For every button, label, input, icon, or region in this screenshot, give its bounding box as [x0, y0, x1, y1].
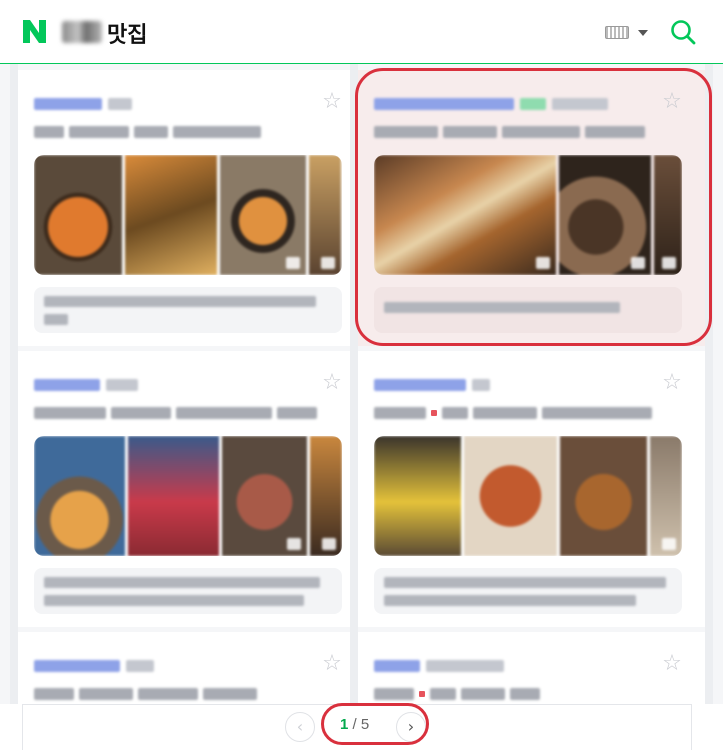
- food-photo[interactable]: [34, 155, 122, 275]
- place-info: [34, 687, 257, 701]
- app-header: 맛집: [0, 0, 723, 64]
- place-name-row: [34, 656, 154, 676]
- save-star-icon[interactable]: ☆: [660, 371, 684, 395]
- save-star-icon[interactable]: ☆: [660, 652, 684, 676]
- place-category: [108, 98, 132, 110]
- review-snippet: [374, 568, 682, 614]
- left-gutter: [10, 64, 18, 704]
- chevron-right-icon[interactable]: ›: [396, 712, 426, 742]
- food-photo[interactable]: [222, 436, 308, 556]
- place-card-highlighted[interactable]: ☆: [358, 70, 705, 346]
- page-separator: /: [352, 716, 357, 733]
- place-photos[interactable]: [34, 155, 342, 275]
- save-star-icon[interactable]: ☆: [320, 371, 344, 395]
- place-name[interactable]: [34, 379, 100, 391]
- save-star-icon[interactable]: ☆: [320, 652, 344, 676]
- place-tag: [520, 98, 546, 110]
- place-card[interactable]: ☆: [18, 351, 350, 627]
- page-indicator: 1 / 5: [340, 716, 369, 733]
- dropdown-caret-icon[interactable]: [638, 30, 648, 36]
- chevron-left-icon[interactable]: ‹: [285, 712, 315, 742]
- keyboard-icon[interactable]: [605, 26, 629, 39]
- place-name-row: [374, 94, 608, 114]
- place-name[interactable]: [34, 660, 120, 672]
- food-photo[interactable]: [125, 155, 217, 275]
- save-star-icon[interactable]: ☆: [660, 90, 684, 114]
- query-prefix-blurred: [62, 21, 102, 43]
- place-category: [426, 660, 504, 672]
- place-card[interactable]: ☆: [358, 351, 705, 627]
- place-info: [374, 125, 645, 139]
- middle-gutter: [350, 64, 358, 704]
- naver-logo-icon[interactable]: [21, 18, 48, 45]
- place-info: [34, 125, 261, 139]
- review-snippet: [34, 568, 342, 614]
- save-star-icon[interactable]: ☆: [320, 90, 344, 114]
- place-name[interactable]: [374, 660, 420, 672]
- place-photos[interactable]: [374, 155, 682, 275]
- search-icon[interactable]: [668, 17, 698, 47]
- place-card[interactable]: ☆: [18, 70, 350, 346]
- place-category: [126, 660, 154, 672]
- place-name[interactable]: [374, 98, 514, 110]
- place-photos[interactable]: [374, 436, 682, 556]
- review-snippet: [34, 287, 342, 333]
- food-photo[interactable]: [128, 436, 220, 556]
- status-dot: [431, 410, 437, 416]
- place-name-row: [374, 375, 490, 395]
- food-photo[interactable]: [220, 155, 306, 275]
- place-category: [472, 379, 490, 391]
- place-name[interactable]: [374, 379, 466, 391]
- food-photo[interactable]: [309, 155, 341, 275]
- place-name-row: [34, 94, 132, 114]
- total-pages: 5: [360, 716, 370, 733]
- place-category: [552, 98, 608, 110]
- place-name-row: [34, 375, 138, 395]
- place-card[interactable]: ☆: [18, 632, 350, 704]
- place-photos[interactable]: [34, 436, 342, 556]
- search-query-text[interactable]: 맛집: [107, 17, 147, 49]
- food-photo[interactable]: [650, 436, 682, 556]
- place-info: [374, 687, 540, 701]
- right-gutter: [705, 64, 713, 704]
- place-info: [374, 406, 652, 420]
- place-name[interactable]: [34, 98, 102, 110]
- restaurant-grid: ☆ ☆ ☆ ☆ ☆ ☆: [0, 64, 723, 704]
- place-info: [34, 406, 317, 420]
- food-photo[interactable]: [34, 436, 126, 556]
- food-photo[interactable]: [374, 436, 462, 556]
- status-dot: [419, 691, 425, 697]
- place-card[interactable]: ☆: [358, 632, 705, 704]
- current-page: 1: [340, 716, 349, 733]
- food-photo[interactable]: [464, 436, 558, 556]
- food-photo[interactable]: [559, 155, 651, 275]
- place-name-row: [374, 656, 504, 676]
- food-photo[interactable]: [374, 155, 556, 275]
- review-snippet: [374, 287, 682, 333]
- food-photo[interactable]: [654, 155, 682, 275]
- food-photo[interactable]: [560, 436, 648, 556]
- food-photo[interactable]: [310, 436, 342, 556]
- place-category: [106, 379, 138, 391]
